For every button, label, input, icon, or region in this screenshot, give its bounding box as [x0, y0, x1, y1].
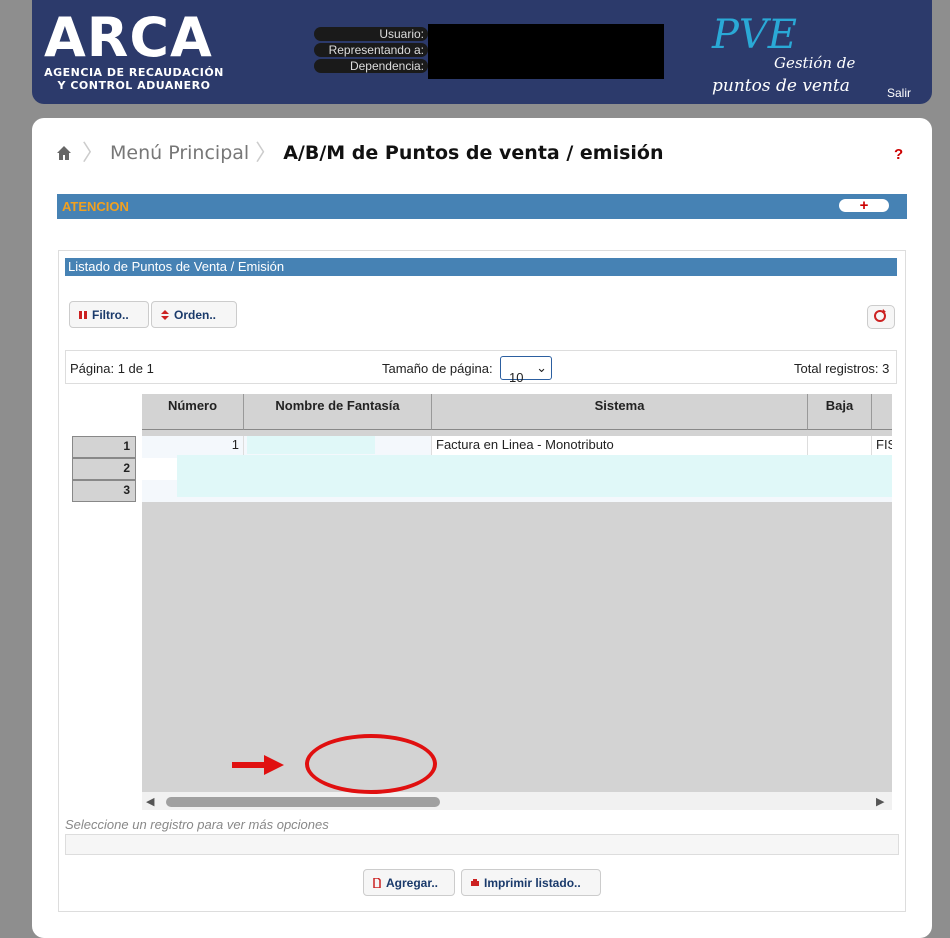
column-header-extra[interactable]: [872, 394, 892, 430]
pager: Página: 1 de 1 Tamaño de página: 10 ⌄ To…: [65, 350, 897, 385]
column-header-numero[interactable]: Número: [142, 394, 244, 430]
listing-title: Listado de Puntos de Venta / Emisión: [65, 258, 897, 276]
print-list-button[interactable]: Imprimir listado..: [461, 869, 601, 896]
pve-logo: PVE: [712, 12, 797, 58]
filter-button-label: Filtro..: [92, 307, 129, 322]
page-title: A/B/M de Puntos de venta / emisión: [283, 142, 664, 164]
printer-icon: [471, 878, 479, 886]
attention-label: ATENCION: [62, 199, 129, 214]
filter-icon: [79, 310, 87, 319]
add-button-label: Agregar..: [386, 875, 439, 890]
home-icon[interactable]: [56, 145, 72, 161]
refresh-icon: [874, 309, 886, 322]
logo-sub-line-1: AGENCIA DE RECAUDACIÓN: [44, 66, 224, 79]
attention-bar: ATENCION +: [57, 194, 907, 219]
order-button-label: Orden..: [174, 307, 217, 322]
page-size-label: Tamaño de página:: [382, 361, 493, 376]
redacted-user-info: [428, 24, 664, 79]
app-header: ARCA AGENCIA DE RECAUDACIÓN Y CONTROL AD…: [32, 0, 932, 104]
horizontal-scrollbar[interactable]: ◀ ▶: [142, 792, 892, 810]
scroll-right-icon[interactable]: ▶: [876, 795, 884, 808]
annotation-arrow-icon: [232, 755, 284, 775]
dependency-label: Dependencia:: [314, 59, 428, 73]
refresh-button[interactable]: [867, 305, 895, 329]
data-grid: Número Nombre de Fantasía Sistema Baja 1…: [142, 394, 892, 792]
pve-subtitle-2: puntos de venta: [712, 76, 850, 96]
redacted-rows: [177, 455, 892, 497]
row-number[interactable]: 2: [72, 458, 136, 480]
annotation-highlight-circle: [305, 734, 437, 794]
page-size-select[interactable]: 10 ⌄: [500, 356, 552, 385]
row-number[interactable]: 1: [72, 436, 136, 458]
selection-hint: Seleccione un registro para ver más opci…: [65, 817, 329, 832]
order-button[interactable]: Orden..: [151, 301, 237, 328]
breadcrumb: 〉 Menú Principal 〉 A/B/M de Puntos de ve…: [56, 140, 664, 166]
total-records: Total registros: 3: [794, 361, 890, 376]
column-header-nombre[interactable]: Nombre de Fantasía: [244, 394, 432, 430]
row-number[interactable]: 3: [72, 480, 136, 502]
user-label: Usuario:: [314, 27, 428, 41]
listing-panel: Listado de Puntos de Venta / Emisión Fil…: [58, 250, 906, 912]
user-info: Usuario: Representando a: Dependencia:: [314, 26, 428, 74]
scroll-left-icon[interactable]: ◀: [146, 795, 154, 808]
logo-sub-line-2: Y CONTROL ADUANERO: [57, 79, 211, 92]
scrollbar-thumb[interactable]: [166, 797, 440, 807]
breadcrumb-main-menu[interactable]: Menú Principal: [110, 142, 249, 164]
representing-label: Representando a:: [314, 43, 428, 57]
redacted-name: [247, 436, 375, 454]
breadcrumb-separator: 〉: [255, 140, 278, 165]
column-header-baja[interactable]: Baja: [808, 394, 872, 430]
print-button-label: Imprimir listado..: [484, 875, 581, 890]
main-card: 〉 Menú Principal 〉 A/B/M de Puntos de ve…: [32, 118, 932, 938]
logout-link[interactable]: Salir: [887, 86, 911, 100]
page-size-value: 10: [509, 370, 524, 385]
add-button[interactable]: Agregar..: [363, 869, 455, 896]
options-area: [65, 834, 899, 855]
page-indicator: Página: 1 de 1: [70, 361, 154, 376]
pve-subtitle-1: Gestión de: [774, 54, 856, 72]
arca-logo: ARCA: [44, 6, 213, 69]
filter-button[interactable]: Filtro..: [69, 301, 149, 328]
help-icon[interactable]: ?: [894, 146, 903, 163]
chevron-down-icon: ⌄: [536, 360, 547, 375]
arca-logo-subtitle: AGENCIA DE RECAUDACIÓN Y CONTROL ADUANER…: [44, 66, 224, 92]
breadcrumb-separator: 〉: [82, 140, 105, 165]
column-header-sistema[interactable]: Sistema: [432, 394, 808, 430]
new-document-icon: [373, 877, 381, 888]
sort-icon: [161, 309, 169, 320]
expand-attention-button[interactable]: +: [839, 198, 889, 213]
